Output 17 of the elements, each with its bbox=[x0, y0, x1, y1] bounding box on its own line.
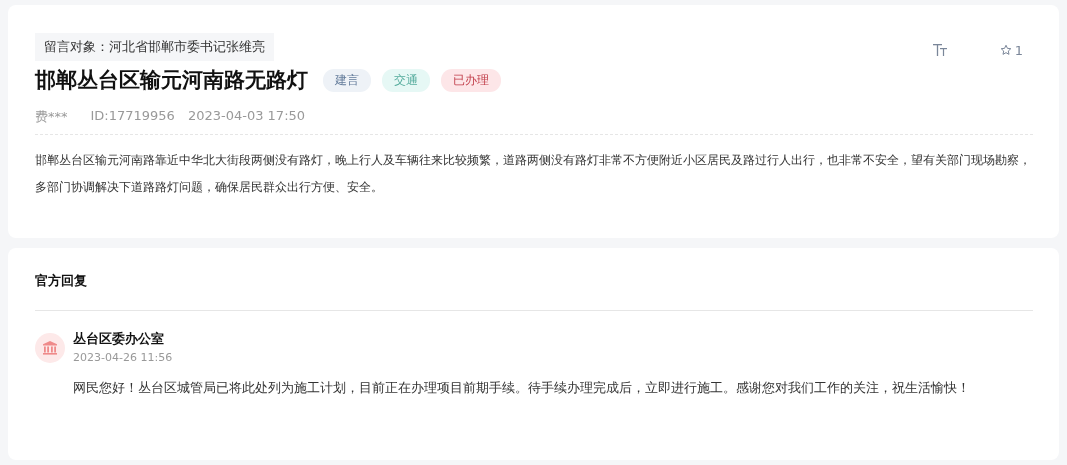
government-building-icon bbox=[35, 332, 65, 363]
post-id: ID:17719956 bbox=[90, 108, 175, 125]
tag: 建言 bbox=[323, 68, 371, 92]
star-icon bbox=[999, 44, 1012, 56]
post-time: 2023-04-03 17:50 bbox=[187, 108, 306, 125]
reply-text: 网民您好！丛台区城管局已将此处列为施工计划，目前正在办理项目前期手续。待手续办理完成后，立即进行施工。感谢您对我们工作的关注，祝生活愉快！ bbox=[73, 380, 971, 397]
target-label: 留言对象：河北省邯郸市委书记张维亮 bbox=[35, 33, 274, 61]
text-size-icon[interactable] bbox=[932, 44, 948, 56]
post-body: 邯郸丛台区输元河南路靠近中华北大街段两侧没有路灯，晚上行人及车辆往来比较频繁，道路两侧没有路灯非常不方便附近小区居民及路过行人出行，也非常不安全，望有关部门现场勘察，多部门协调解决下道路路灯问题，确保居民群众出行方便、安全。 bbox=[35, 152, 1032, 196]
reply-heading: 官方回复 bbox=[35, 272, 1033, 311]
tag: 交通 bbox=[382, 68, 430, 92]
post-title: 邯郸丛台区输元河南路无路灯 bbox=[35, 67, 308, 94]
favorite-button[interactable]: 1 bbox=[999, 42, 1023, 58]
author-name: 费*** bbox=[35, 108, 68, 126]
office-name: 丛台区委办公室 bbox=[73, 331, 165, 348]
reply-time: 2023-04-26 11:56 bbox=[73, 351, 173, 364]
tag: 已办理 bbox=[441, 68, 501, 92]
